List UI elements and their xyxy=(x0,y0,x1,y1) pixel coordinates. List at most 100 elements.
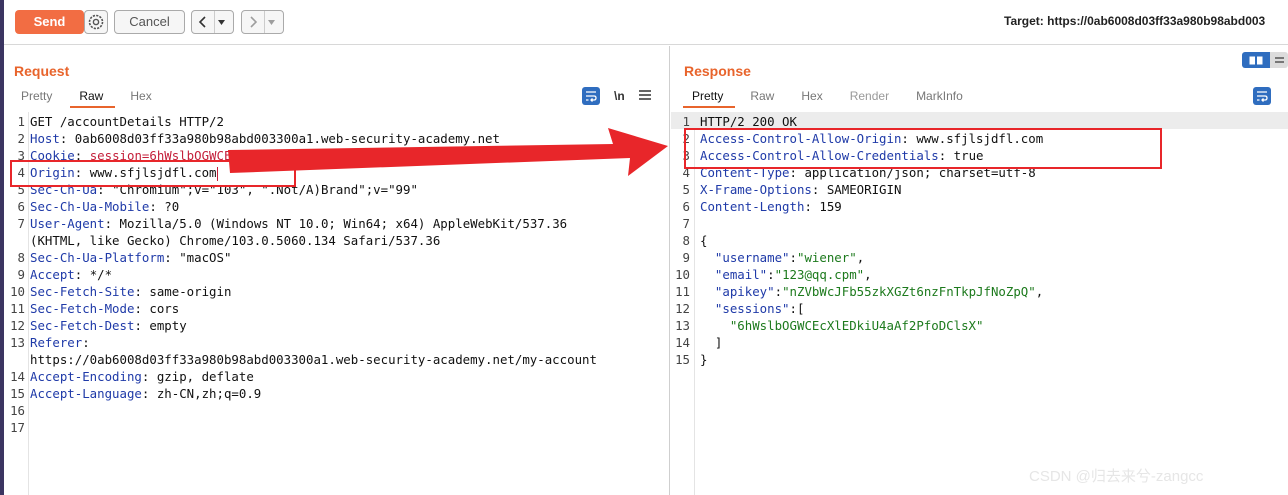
origin-highlight-box xyxy=(10,160,296,187)
header-value: empty xyxy=(141,318,187,333)
code-line: 1 GET /accountDetails HTTP/2 xyxy=(4,113,669,130)
wrap-lines-button[interactable] xyxy=(582,87,600,105)
history-back-group[interactable] xyxy=(191,10,234,34)
code-content: https://0ab6008d03ff33a980b98abd003300a1… xyxy=(30,351,597,368)
stacked-layout-button[interactable] xyxy=(1270,52,1288,68)
request-editor-actions: \n xyxy=(582,87,651,105)
forward-dropdown[interactable] xyxy=(264,11,278,33)
line-number: 14 xyxy=(10,369,25,384)
line-number: 9 xyxy=(682,250,690,265)
tab-hex[interactable]: Hex xyxy=(127,88,154,108)
line-number: 16 xyxy=(10,403,25,418)
code-line: 13 "6hWslbOGWCEcXlEDkiU4aAf2PfoDClsX" xyxy=(671,317,1288,334)
tab-pretty[interactable]: Pretty xyxy=(682,88,736,108)
history-forward-group[interactable] xyxy=(241,10,284,34)
code-content: Sec-Fetch-Mode: cors xyxy=(30,300,179,317)
header-name: Accept xyxy=(30,267,75,282)
code-line: 6 Sec-Ch-Ua-Mobile: ?0 xyxy=(4,198,669,215)
editor-menu-button[interactable] xyxy=(638,87,651,105)
json-value: "nZVbWcJFb55zkXGZt6nzFnTkpJfNoZpQ" xyxy=(782,284,1036,299)
tab-render[interactable]: Render xyxy=(847,88,892,108)
code-line: 17 xyxy=(4,419,669,436)
line-number: 12 xyxy=(675,301,690,316)
header-name: Accept-Language xyxy=(30,386,142,401)
json-punct: , xyxy=(864,267,872,282)
header-name: Sec-Fetch-Dest xyxy=(30,318,135,333)
json-value: [ xyxy=(797,301,805,316)
back-button[interactable] xyxy=(192,11,214,33)
json-key: "email" xyxy=(714,267,768,282)
send-button[interactable]: Send xyxy=(15,10,84,34)
settings-button[interactable] xyxy=(84,10,108,34)
header-value: ?0 xyxy=(156,199,180,214)
line-number: 7 xyxy=(682,216,690,231)
request-title: Request xyxy=(14,63,70,79)
code-content: (KHTML, like Gecko) Chrome/103.0.5060.13… xyxy=(30,232,440,249)
code-content: { xyxy=(700,232,707,249)
request-panel: Request Pretty Raw Hex \n 1 GET /accountD… xyxy=(4,46,670,495)
json-value: "123@qq.cpm" xyxy=(774,267,865,282)
code-content: "6hWslbOGWCEcXlEDkiU4aAf2PfoDClsX" xyxy=(700,317,984,334)
json-key: "sessions" xyxy=(714,301,790,316)
code-line: 15 Accept-Language: zh-CN,zh;q=0.9 xyxy=(4,385,669,402)
header-colon: : xyxy=(149,199,157,214)
json-colon: : xyxy=(767,267,775,282)
code-content: Sec-Ch-Ua-Mobile: ?0 xyxy=(30,198,179,215)
line-number: 7 xyxy=(17,216,25,231)
code-line: 14 ] xyxy=(671,334,1288,351)
back-dropdown[interactable] xyxy=(214,11,228,33)
header-value: 0ab6008d03ff33a980b98abd003300a1.web-sec… xyxy=(67,131,500,146)
tab-pretty[interactable]: Pretty xyxy=(18,88,55,108)
header-colon: : xyxy=(82,335,90,350)
code-content: Referer: xyxy=(30,334,90,351)
header-name: Accept-Encoding xyxy=(30,369,142,384)
code-line: 11 Sec-Fetch-Mode: cors xyxy=(4,300,669,317)
header-name: Sec-Ch-Ua-Mobile xyxy=(30,199,150,214)
wrap-lines-button[interactable] xyxy=(1253,87,1271,105)
line-number: 6 xyxy=(17,199,25,214)
rows-icon xyxy=(1274,57,1284,63)
code-text: GET /accountDetails HTTP/2 xyxy=(30,114,224,129)
tab-markinfo[interactable]: MarkInfo xyxy=(913,88,966,108)
header-name: Content-Length xyxy=(700,199,805,214)
show-newlines-button[interactable]: \n xyxy=(614,89,625,103)
layout-toggle[interactable] xyxy=(1242,52,1288,68)
header-name: Sec-Fetch-Site xyxy=(30,284,135,299)
tab-raw[interactable]: Raw xyxy=(747,88,777,108)
json-key: "apikey" xyxy=(714,284,775,299)
code-line: 9 "username":"wiener", xyxy=(671,249,1288,266)
code-text: { xyxy=(700,233,708,248)
header-name: Host xyxy=(30,131,60,146)
code-line: https://0ab6008d03ff33a980b98abd003300a1… xyxy=(4,351,669,368)
cancel-button[interactable]: Cancel xyxy=(114,10,185,34)
code-line: (KHTML, like Gecko) Chrome/103.0.5060.13… xyxy=(4,232,669,249)
forward-button[interactable] xyxy=(242,11,264,33)
header-value: "macOS" xyxy=(171,250,232,265)
code-content: Host: 0ab6008d03ff33a980b98abd003300a1.w… xyxy=(30,130,500,147)
code-line: 2 Host: 0ab6008d03ff33a980b98abd003300a1.… xyxy=(4,130,669,147)
code-line: 13 Referer: xyxy=(4,334,669,351)
chevron-left-icon xyxy=(198,16,206,28)
wrap-lines-icon xyxy=(586,91,597,102)
code-line: 9 Accept: */* xyxy=(4,266,669,283)
code-content: "apikey":"nZVbWcJFb55zkXGZt6nzFnTkpJfNoZ… xyxy=(700,283,1043,300)
chevron-right-icon xyxy=(250,16,258,28)
target-url[interactable]: Target: https://0ab6008d03ff33a980b98abd… xyxy=(1004,14,1265,28)
code-line: 6 Content-Length: 159 xyxy=(671,198,1288,215)
side-by-side-layout-button[interactable] xyxy=(1242,52,1270,68)
code-line: 5 X-Frame-Options: SAMEORIGIN xyxy=(671,181,1288,198)
code-content: Sec-Ch-Ua-Platform: "macOS" xyxy=(30,249,231,266)
response-editor[interactable]: 1 HTTP/2 200 OK 2 Access-Control-Allow-Orig… xyxy=(671,112,1288,495)
header-name: Referer xyxy=(30,335,83,350)
tab-raw[interactable]: Raw xyxy=(70,88,116,108)
line-number: 8 xyxy=(682,233,690,248)
line-number: 15 xyxy=(675,352,690,367)
tab-hex[interactable]: Hex xyxy=(798,88,825,108)
line-number: 8 xyxy=(17,250,25,265)
columns-icon xyxy=(1249,56,1263,64)
line-number: 10 xyxy=(675,267,690,282)
header-value: cors xyxy=(141,301,180,316)
